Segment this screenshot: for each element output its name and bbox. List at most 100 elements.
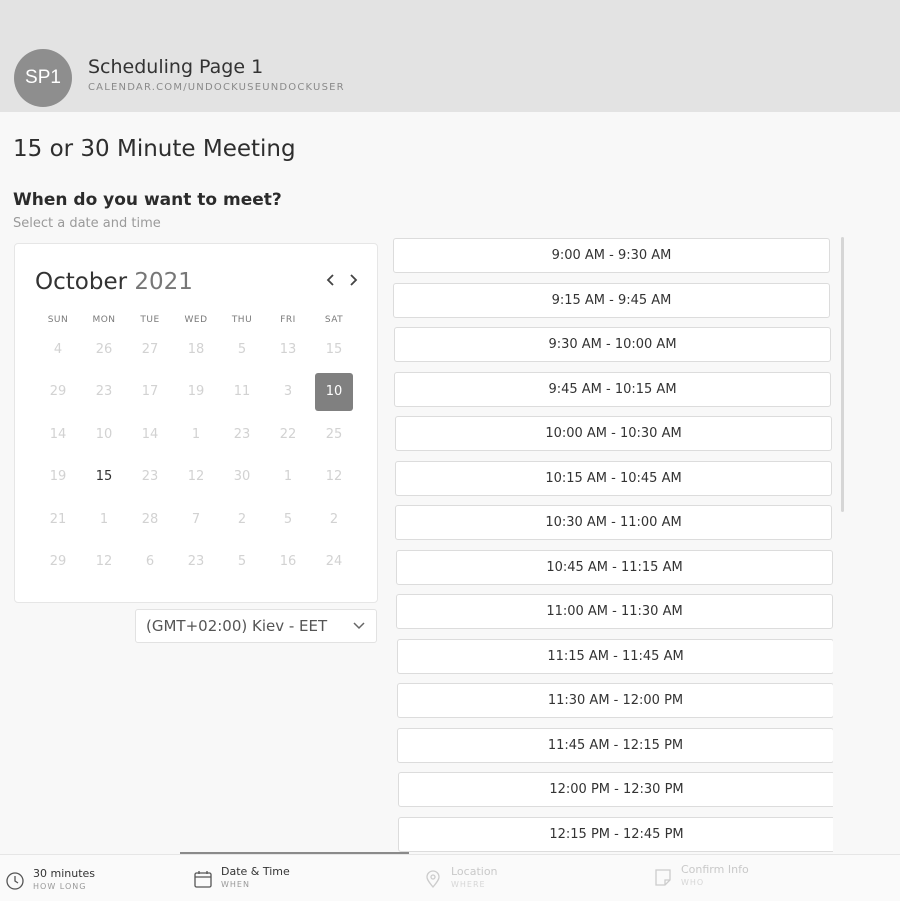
time-slot-button[interactable]: 10:45 AM - 11:15 AM: [396, 549, 833, 585]
time-slot-button[interactable]: 10:00 AM - 10:30 AM: [395, 416, 832, 451]
time-slot-button[interactable]: 11:00 AM - 11:30 AM: [396, 594, 833, 629]
step-date-time-sub: WHEN: [221, 880, 250, 889]
step-confirm-info[interactable]: Confirm Info WHO: [653, 863, 749, 887]
calendar-day-number: 3: [283, 384, 293, 399]
calendar-day: 29: [35, 373, 81, 411]
calendar-day: 12: [173, 458, 219, 496]
step-confirm-info-label: Confirm Info: [681, 863, 749, 876]
scrollbar[interactable]: [841, 237, 844, 512]
calendar-day-number: 1: [283, 469, 293, 484]
step-date-time[interactable]: Date & Time WHEN: [193, 865, 290, 889]
calendar-day-number: 12: [325, 469, 343, 484]
time-slot-button[interactable]: 9:30 AM - 10:00 AM: [394, 327, 831, 362]
calendar-day: 3: [265, 373, 311, 411]
calendar-day-number: 23: [187, 554, 205, 569]
calendar-day: 19: [173, 373, 219, 411]
calendar-week-row: 14 10 14 1 23 22 25: [35, 415, 357, 453]
calendar-day: 26: [81, 330, 127, 368]
weekday-label: FRI: [280, 315, 296, 325]
step-location-label: Location: [451, 865, 498, 878]
calendar-day-selected[interactable]: 10: [311, 372, 357, 411]
calendar-day: 23: [219, 415, 265, 453]
step-duration[interactable]: 30 minutes HOW LONG: [5, 867, 95, 891]
calendar-day: 21: [35, 500, 81, 538]
time-slot-button[interactable]: 11:30 AM - 12:00 PM: [397, 683, 833, 718]
calendar-day: 30: [219, 458, 265, 496]
weekday-label: SUN: [47, 315, 69, 325]
calendar-day: 5: [219, 543, 265, 581]
calendar-day: 6: [127, 543, 173, 581]
calendar-day-number: 12: [187, 469, 205, 484]
location-pin-icon: [426, 870, 440, 889]
calendar-day-number: 10: [95, 426, 113, 442]
time-slot-button[interactable]: 9:00 AM - 9:30 AM: [393, 238, 830, 273]
calendar-day-number: 5: [237, 341, 247, 357]
weekday-label: MON: [92, 315, 116, 325]
calendar-icon: [194, 871, 212, 888]
time-slot-button[interactable]: 10:15 AM - 10:45 AM: [395, 460, 832, 496]
calendar-day: 17: [127, 373, 173, 411]
step-duration-sub: HOW LONG: [33, 882, 87, 891]
time-slot-button[interactable]: 11:45 AM - 12:15 PM: [397, 727, 833, 763]
calendar-day-number: 14: [141, 426, 159, 442]
calendar-day-number: 24: [325, 554, 343, 569]
calendar-day: 1: [265, 458, 311, 496]
calendar-day-number: 10: [315, 372, 353, 411]
calendar-day-number: 21: [49, 511, 67, 527]
chevron-right-icon: [350, 274, 358, 286]
calendar-day-number: 23: [233, 426, 251, 442]
calendar-day: 12: [81, 543, 127, 581]
calendar-day-number: 15: [95, 469, 113, 484]
next-month-button[interactable]: [347, 271, 359, 292]
calendar-day-number: 18: [187, 341, 205, 357]
calendar-day-number: 27: [141, 341, 159, 357]
calendar-day: 14: [35, 415, 81, 453]
calendar-day[interactable]: 15: [81, 458, 127, 496]
timezone-value: (GMT+02:00) Kiev - EET: [146, 617, 328, 635]
calendar-day-number: 12: [95, 554, 113, 569]
timezone-select[interactable]: (GMT+02:00) Kiev - EET: [135, 609, 377, 643]
calendar-day-number: 5: [237, 554, 247, 569]
time-slot-button[interactable]: 10:30 AM - 11:00 AM: [395, 505, 832, 540]
calendar-day-number: 6: [145, 554, 155, 569]
calendar-day-number: 16: [279, 554, 297, 569]
step-location-sub: WHERE: [451, 880, 486, 889]
time-slot-list[interactable]: 9:00 AM - 9:30 AM 9:15 AM - 9:45 AM 9:30 A…: [393, 237, 833, 854]
calendar-day-number: 11: [233, 384, 251, 399]
calendar-day-number: 4: [53, 341, 63, 357]
calendar-day-number: 25: [325, 426, 343, 442]
prev-month-button[interactable]: [325, 271, 337, 292]
calendar-day: 28: [127, 500, 173, 538]
time-slot-button[interactable]: 12:00 PM - 12:30 PM: [398, 772, 833, 807]
calendar-day-number: 30: [233, 469, 251, 484]
calendar: October 2021 SUN MON TUE WED THU FRI SAT 4 26 27…: [14, 243, 378, 603]
time-slot-button[interactable]: 9:45 AM - 10:15 AM: [394, 371, 831, 407]
time-slot-button[interactable]: 12:15 PM - 12:45 PM: [398, 816, 833, 852]
calendar-day: 23: [173, 543, 219, 581]
calendar-day-number: 7: [191, 511, 201, 527]
time-slot-button[interactable]: 9:15 AM - 9:45 AM: [393, 282, 830, 318]
date-question-heading: When do you want to meet?: [13, 190, 282, 210]
calendar-day: 1: [173, 415, 219, 453]
calendar-day: 2: [219, 500, 265, 538]
calendar-day: 14: [127, 415, 173, 453]
calendar-day-number: 19: [187, 384, 205, 399]
note-icon: [655, 869, 671, 886]
avatar: SP1: [14, 49, 72, 107]
calendar-month: October: [35, 269, 128, 295]
page-url[interactable]: CALENDAR.COM/UNDOCKUSEUNDOCKUSER: [88, 82, 345, 93]
calendar-day-number: 28: [141, 511, 159, 527]
time-slot-button[interactable]: 11:15 AM - 11:45 AM: [397, 638, 833, 674]
calendar-day: 1: [81, 500, 127, 538]
date-question-subtitle: Select a date and time: [13, 216, 161, 231]
calendar-day: 18: [173, 330, 219, 368]
step-location[interactable]: Location WHERE: [423, 865, 498, 889]
calendar-month-label: October 2021: [35, 269, 193, 295]
calendar-day: 16: [265, 543, 311, 581]
page-title: Scheduling Page 1: [88, 56, 264, 78]
calendar-day: 5: [265, 500, 311, 538]
clock-icon: [6, 872, 24, 890]
step-duration-label: 30 minutes: [33, 867, 96, 880]
calendar-day: 10: [81, 415, 127, 453]
calendar-day-number: 19: [49, 469, 67, 484]
